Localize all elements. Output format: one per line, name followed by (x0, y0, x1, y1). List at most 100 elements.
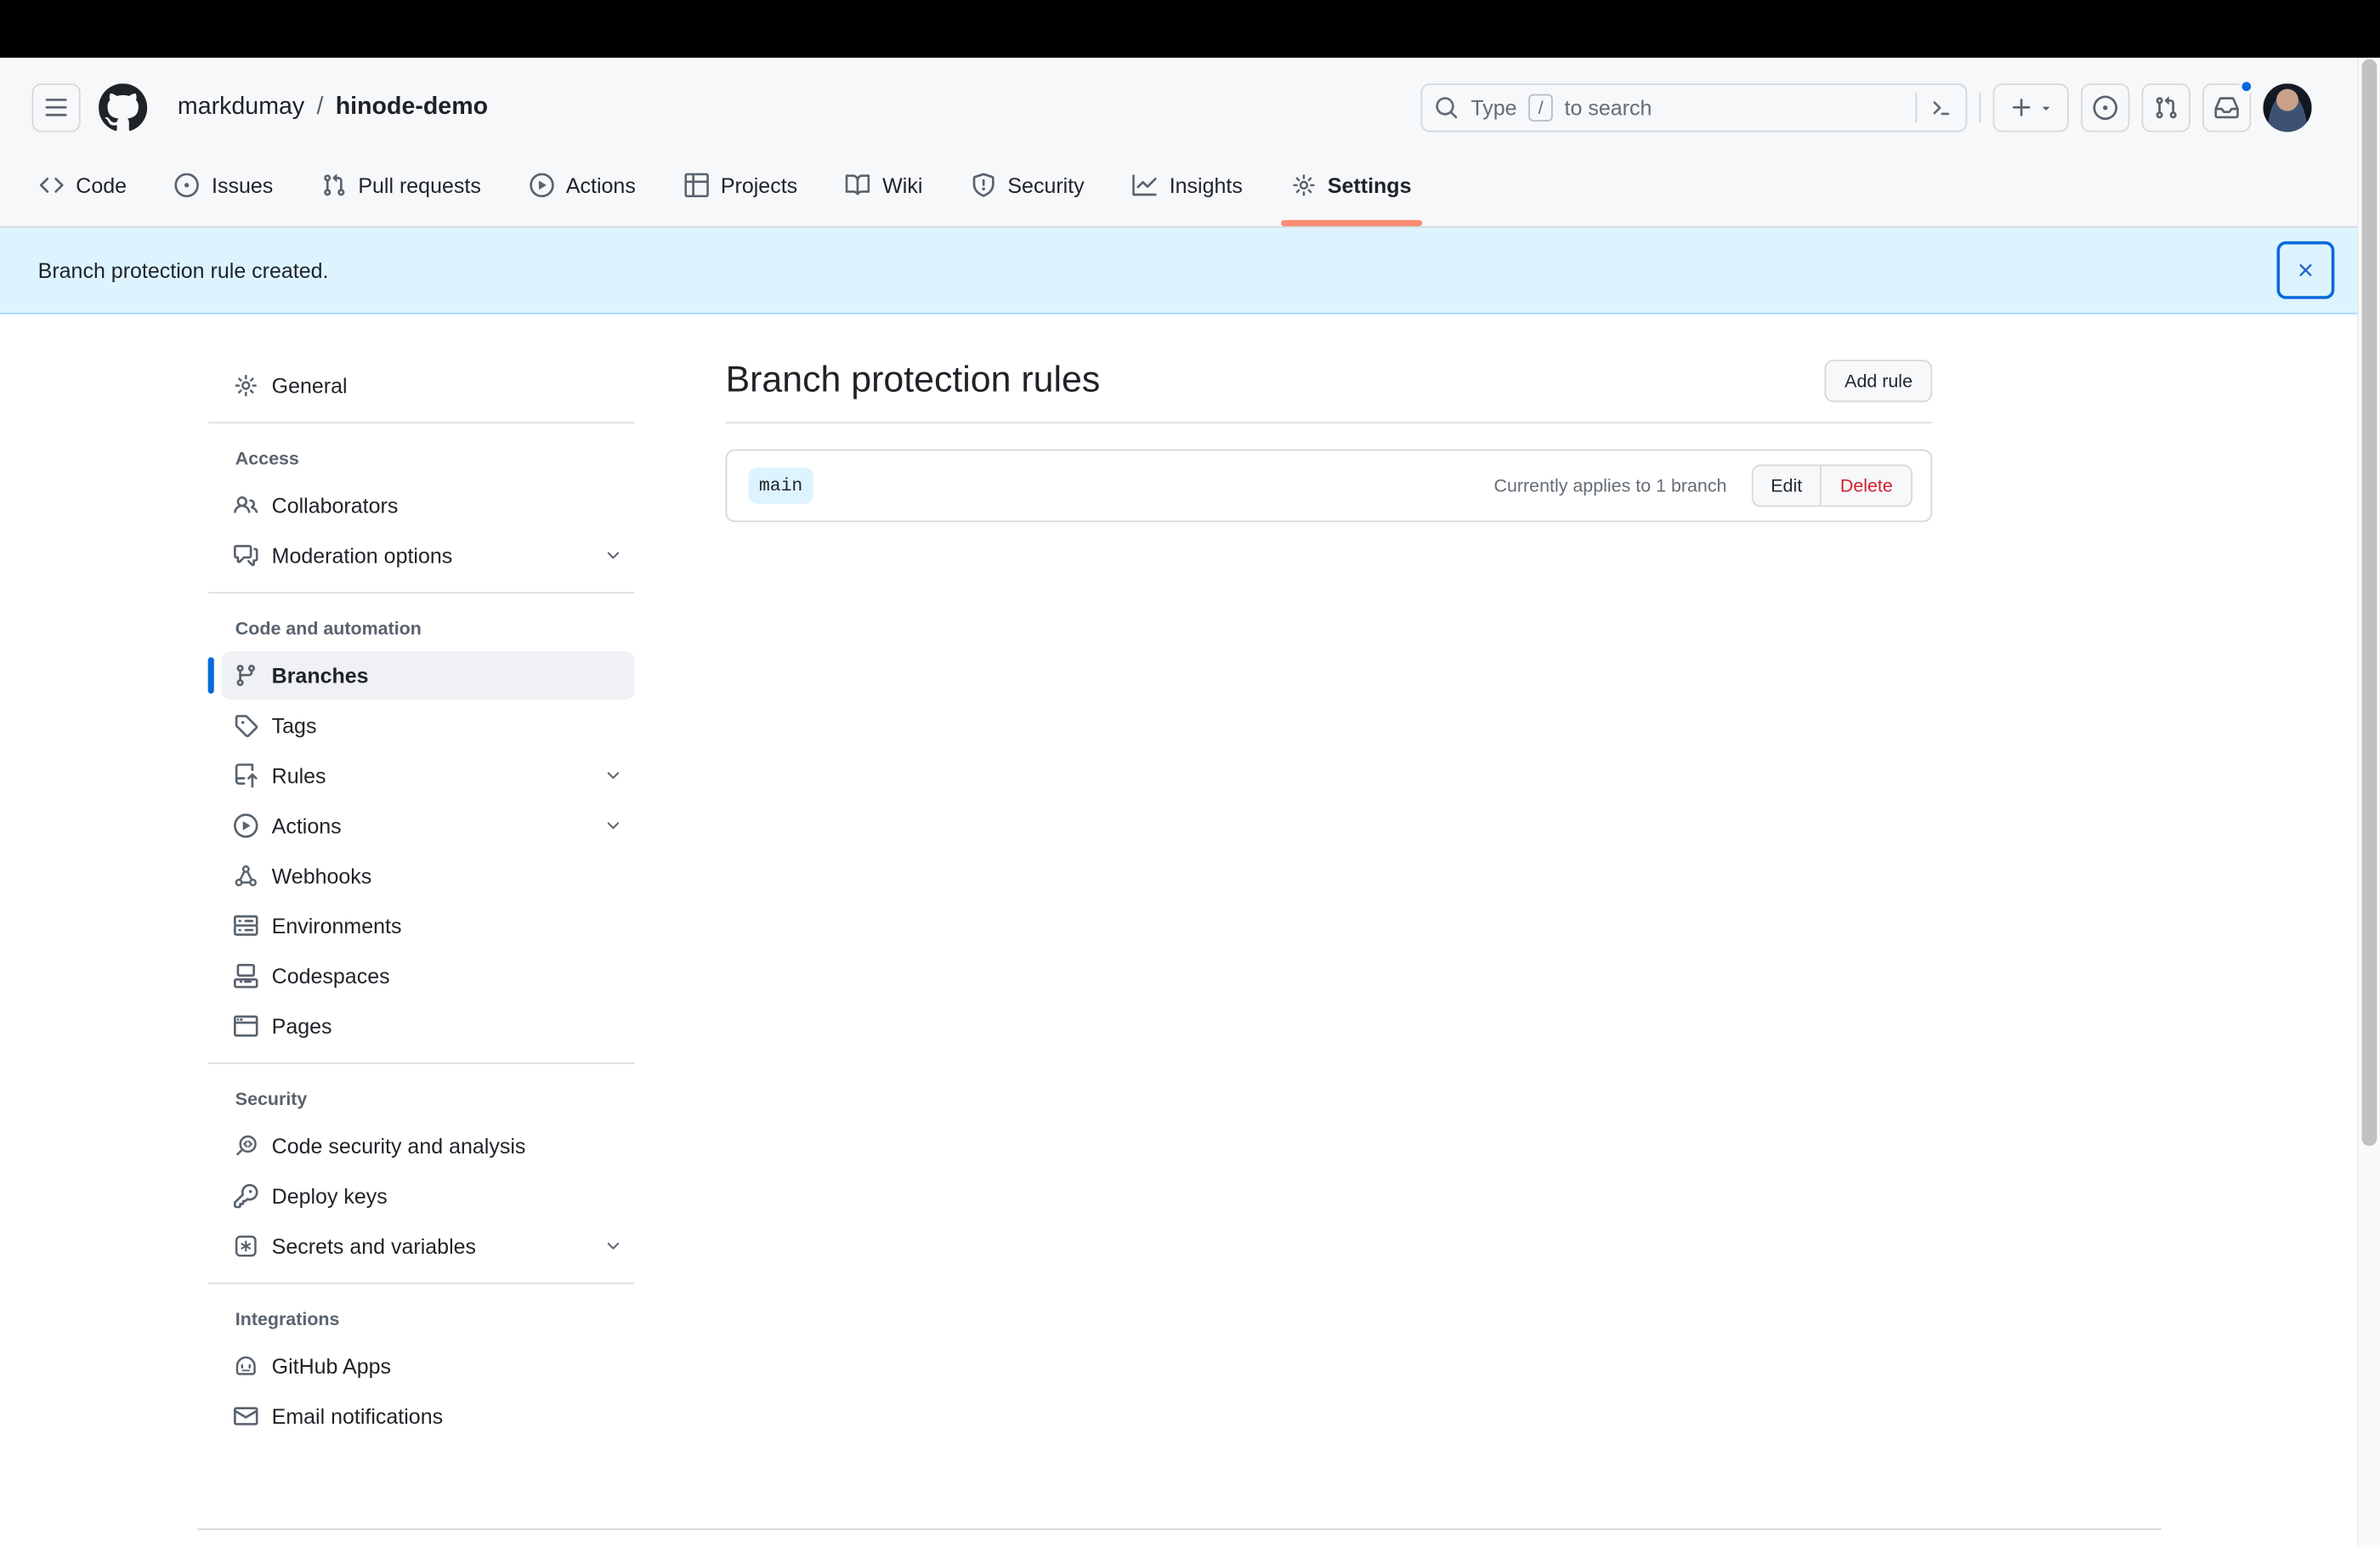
tab-security[interactable]: Security (947, 144, 1108, 226)
branch-name-badge: main (748, 467, 813, 504)
settings-content: General Access Collaborators Moderation … (0, 314, 2380, 1442)
tab-code[interactable]: Code (15, 144, 151, 226)
chevron-down-icon (604, 547, 622, 564)
mail-icon (233, 1404, 258, 1429)
sidebar-item-label: Secrets and variables (271, 1233, 477, 1259)
sidebar-item-collaborators[interactable]: Collaborators (222, 481, 635, 530)
sidebar-item-environments[interactable]: Environments (222, 902, 635, 950)
sidebar-item-deploy-keys[interactable]: Deploy keys (222, 1172, 635, 1221)
protection-rules-list: main Currently applies to 1 branch Edit … (725, 449, 1933, 523)
breadcrumb-repo-link[interactable]: hinode-demo (336, 94, 488, 122)
pull-requests-dashboard-button[interactable] (2141, 83, 2190, 133)
codescan-icon (234, 1134, 258, 1159)
comment-discussion-icon (233, 543, 258, 568)
issue-opened-icon (175, 173, 200, 198)
webhook-icon (234, 864, 258, 888)
tab-projects[interactable]: Projects (660, 144, 821, 226)
tab-pull-requests[interactable]: Pull requests (298, 144, 506, 226)
tab-insights[interactable]: Insights (1108, 144, 1266, 226)
sidebar-item-label: Webhooks (271, 864, 372, 888)
sidebar-item-label: Moderation options (271, 543, 453, 568)
edit-rule-button[interactable]: Edit (1751, 464, 1821, 507)
tab-label: Projects (720, 173, 798, 198)
tab-wiki[interactable]: Wiki (822, 144, 947, 226)
github-settings-page: markdumay / hinode-demo Type / to search (0, 0, 2380, 1547)
add-rule-button[interactable]: Add rule (1824, 360, 1933, 403)
sidebar-item-code-security[interactable]: Code security and analysis (222, 1122, 635, 1170)
page-title: Branch protection rules (725, 360, 1101, 401)
sidebar-item-github-apps[interactable]: GitHub Apps (222, 1342, 635, 1391)
breadcrumb-owner-link[interactable]: markdumay (178, 94, 304, 122)
sidebar-item-branches[interactable]: Branches (207, 651, 635, 700)
people-icon (234, 493, 258, 518)
subhead: Branch protection rules Add rule (725, 360, 1933, 424)
repo-nav-tabs: Code Issues Pull requests Actions Projec… (0, 144, 2380, 227)
sidebar-item-webhooks[interactable]: Webhooks (222, 852, 635, 900)
sidebar-item-email-notifications[interactable]: Email notifications (222, 1391, 635, 1440)
browser-icon (233, 1014, 258, 1039)
tab-label: Actions (565, 173, 636, 198)
chevron-down-icon (604, 1237, 622, 1255)
git-pull-request-icon (2154, 95, 2179, 120)
search-divider (1915, 92, 1918, 123)
hamburger-menu-button[interactable] (31, 83, 81, 133)
codespaces-icon (233, 963, 258, 989)
branch-protection-main: Branch protection rules Add rule main Cu… (725, 360, 1933, 523)
git-branch-icon (234, 663, 258, 688)
footer-divider (197, 1528, 2162, 1530)
sidebar-item-label: Collaborators (271, 493, 399, 518)
tab-label: Issues (212, 173, 274, 198)
sidebar-item-moderation-options[interactable]: Moderation options (222, 531, 635, 580)
sidebar-section-integrations: Integrations (235, 1308, 340, 1330)
create-new-button[interactable] (1992, 83, 2069, 133)
chevron-down-icon (604, 767, 622, 785)
search-input[interactable]: Type / to search (1420, 83, 1968, 133)
tab-label: Security (1007, 173, 1085, 198)
sidebar-item-secrets-variables[interactable]: Secrets and variables (222, 1221, 635, 1270)
gear-icon (234, 373, 258, 398)
server-icon (233, 914, 258, 938)
vertical-scrollbar[interactable] (2357, 57, 2380, 1547)
sidebar-item-label: Branches (271, 663, 369, 688)
sidebar-item-label: Pages (271, 1013, 332, 1039)
sidebar-item-rules[interactable]: Rules (222, 751, 635, 800)
x-icon (2295, 259, 2316, 280)
three-bars-icon (44, 95, 69, 120)
sidebar-item-actions[interactable]: Actions (222, 802, 635, 850)
sidebar-item-label: Deploy keys (271, 1183, 388, 1209)
avatar[interactable] (2263, 83, 2312, 133)
flash-close-button[interactable] (2276, 241, 2335, 299)
sidebar-divider (207, 1062, 635, 1064)
tab-actions[interactable]: Actions (505, 144, 660, 226)
issues-dashboard-button[interactable] (2081, 83, 2130, 133)
tab-label: Wiki (882, 173, 923, 198)
command-palette-icon[interactable] (1930, 95, 1954, 120)
delete-rule-button[interactable]: Delete (1820, 464, 1912, 507)
sidebar-item-general[interactable]: General (222, 361, 635, 410)
sidebar-section-security: Security (235, 1088, 308, 1110)
repo-push-icon (234, 763, 258, 788)
sidebar-item-label: Rules (271, 763, 326, 788)
graph-icon (1132, 173, 1158, 198)
gear-icon (1291, 173, 1316, 198)
black-bar (0, 0, 2380, 58)
slash-key-hint: / (1528, 94, 1553, 122)
flash-banner: Branch protection rule created. (0, 227, 2380, 314)
tab-settings[interactable]: Settings (1266, 144, 1436, 227)
chevron-down-icon (604, 817, 622, 835)
sidebar-item-codespaces[interactable]: Codespaces (222, 952, 635, 1000)
sidebar-divider (207, 1282, 635, 1284)
sidebar-item-pages[interactable]: Pages (222, 1002, 635, 1051)
tab-issues[interactable]: Issues (151, 144, 298, 226)
issue-opened-icon (2093, 95, 2118, 121)
search-placeholder-prefix: Type (1470, 95, 1517, 121)
github-logo-icon[interactable] (99, 83, 148, 132)
plus-icon (2009, 95, 2033, 120)
scrollbar-thumb[interactable] (2361, 59, 2377, 1147)
shield-icon (972, 173, 996, 198)
sidebar-item-label: Actions (271, 813, 342, 838)
notifications-inbox-button[interactable] (2202, 78, 2254, 133)
tab-label: Insights (1169, 173, 1243, 198)
tag-icon (234, 713, 258, 738)
sidebar-item-tags[interactable]: Tags (222, 701, 635, 750)
